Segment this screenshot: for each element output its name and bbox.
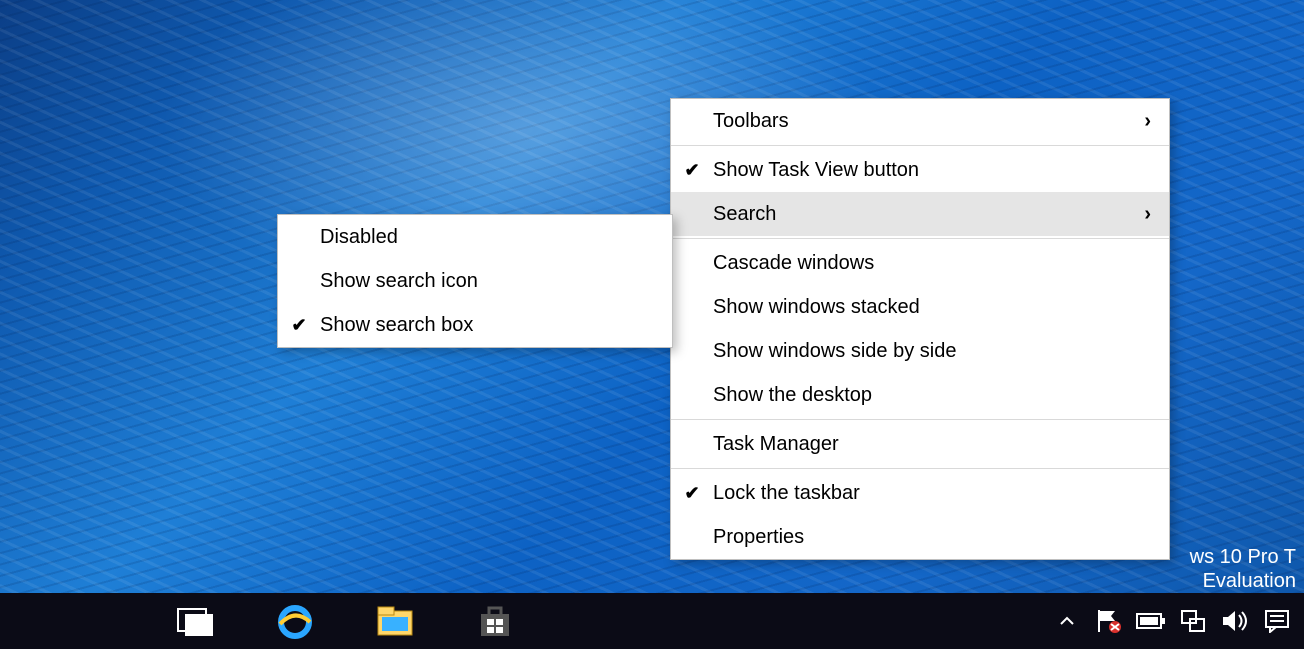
submenu-arrow-icon: › [1121,203,1151,226]
windows-store-icon [477,604,513,638]
menu-label: Disabled [320,226,654,249]
menu-item-show-task-view[interactable]: ✔ Show Task View button [671,148,1169,192]
submenu-item-show-search-box[interactable]: ✔ Show search box [278,303,672,347]
flag-alert-icon [1095,608,1123,634]
checkmark-icon: ✔ [278,315,320,336]
menu-item-show-desktop[interactable]: Show the desktop [671,373,1169,417]
submenu-item-show-search-icon[interactable]: Show search icon [278,259,672,303]
menu-separator [671,145,1169,146]
submenu-arrow-icon: › [1121,110,1151,133]
menu-item-lock-taskbar[interactable]: ✔ Lock the taskbar [671,471,1169,515]
menu-label: Show windows stacked [713,296,1121,319]
file-explorer-icon [376,605,414,637]
taskbar-left [0,593,530,649]
submenu-item-disabled[interactable]: Disabled [278,215,672,259]
tray-show-hidden-icons[interactable] [1046,593,1088,649]
menu-label: Search [713,203,1121,226]
taskbar-pinned-ie[interactable] [260,593,330,649]
menu-label: Show windows side by side [713,340,1121,363]
network-icon [1180,609,1206,633]
menu-separator [671,468,1169,469]
checkmark-icon: ✔ [671,483,713,504]
battery-icon [1136,612,1166,630]
tray-action-center[interactable] [1256,593,1298,649]
taskbar-pinned-file-explorer[interactable] [360,593,430,649]
menu-separator [671,238,1169,239]
menu-item-search[interactable]: Search › [671,192,1169,236]
menu-item-task-manager[interactable]: Task Manager [671,422,1169,466]
action-center-icon [1264,609,1290,633]
tray-battery[interactable] [1130,593,1172,649]
checkmark-icon: ✔ [671,160,713,181]
menu-label: Show search box [320,314,654,337]
watermark-line1: ws 10 Pro T [1190,545,1296,569]
desktop-watermark: ws 10 Pro T Evaluation [1190,545,1296,593]
menu-item-toolbars[interactable]: Toolbars › [671,99,1169,143]
menu-label: Task Manager [713,433,1121,456]
watermark-line2: Evaluation [1190,569,1296,593]
taskbar[interactable] [0,593,1304,649]
speaker-icon [1221,609,1249,633]
menu-label: Lock the taskbar [713,482,1121,505]
system-tray [1046,593,1304,649]
menu-label: Show Task View button [713,159,1121,182]
menu-label: Toolbars [713,110,1121,133]
menu-label: Show the desktop [713,384,1121,407]
menu-item-properties[interactable]: Properties [671,515,1169,559]
menu-label: Cascade windows [713,252,1121,275]
taskbar-context-menu: Toolbars › ✔ Show Task View button Searc… [670,98,1170,560]
menu-separator [671,419,1169,420]
tray-network[interactable] [1172,593,1214,649]
chevron-up-icon [1059,615,1075,627]
tray-security-alert[interactable] [1088,593,1130,649]
taskbar-pinned-store[interactable] [460,593,530,649]
internet-explorer-icon [275,602,315,640]
menu-item-show-windows-side-by-side[interactable]: Show windows side by side [671,329,1169,373]
menu-item-cascade-windows[interactable]: Cascade windows [671,241,1169,285]
search-submenu: Disabled Show search icon ✔ Show search … [277,214,673,348]
taskbar-task-view-button[interactable] [160,593,230,649]
tray-volume[interactable] [1214,593,1256,649]
menu-label: Properties [713,526,1121,549]
menu-item-show-windows-stacked[interactable]: Show windows stacked [671,285,1169,329]
menu-label: Show search icon [320,270,654,293]
task-view-icon [175,606,215,636]
